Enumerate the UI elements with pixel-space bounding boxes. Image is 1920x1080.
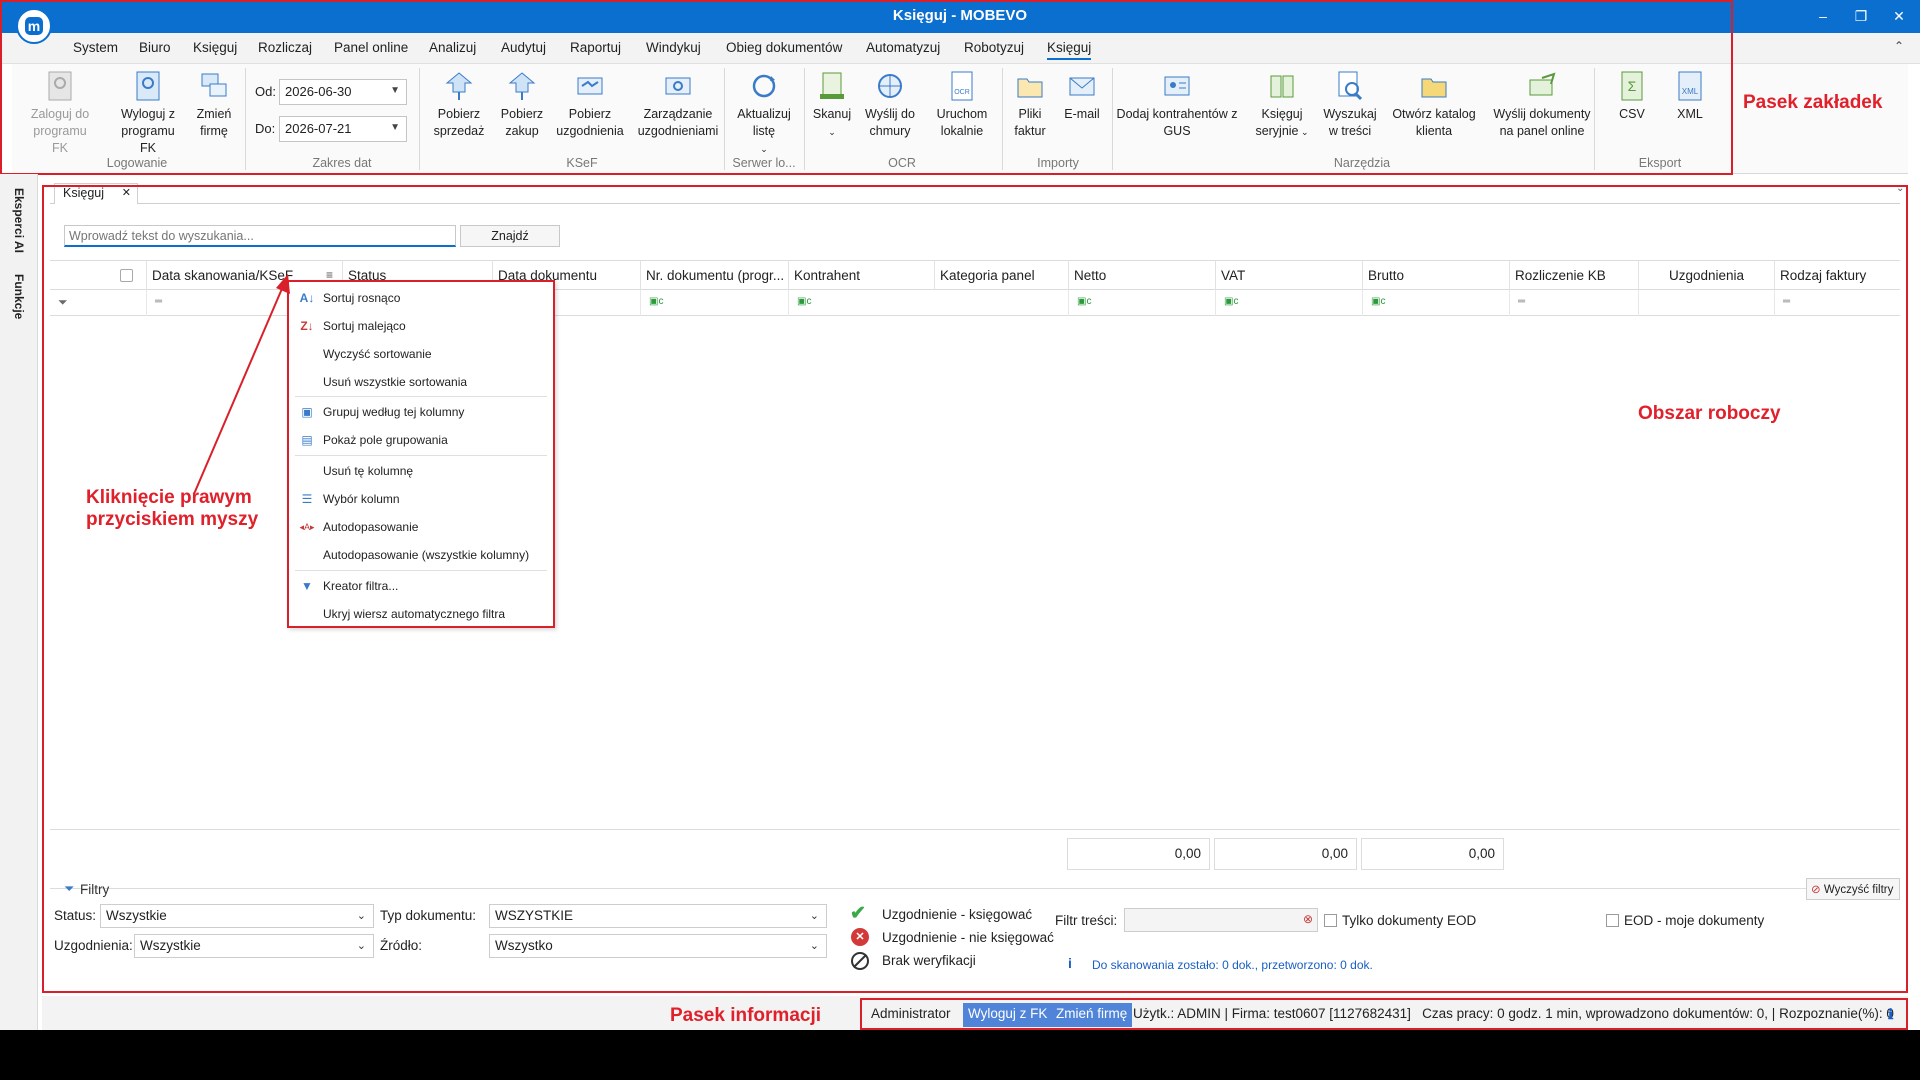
annotation-workspace-label: Obszar roboczy	[1638, 403, 1781, 424]
filter-funnel-icon: ⏷	[64, 881, 75, 896]
close-button[interactable]: ✕	[1884, 4, 1914, 28]
annotation-info-bar-label: Pasek informacji	[670, 1005, 822, 1026]
content-filter-input[interactable]: ⊗	[1124, 908, 1318, 932]
status-change-company-button[interactable]: Zmień firmę	[1051, 1003, 1133, 1027]
clear-input-icon[interactable]: ⊗	[1303, 912, 1313, 926]
error-icon: ✕	[851, 928, 869, 946]
status-select[interactable]: Wszystkie ⌄	[100, 904, 374, 928]
chevron-down-icon: ⌄	[809, 910, 819, 922]
restore-button[interactable]: ❐	[1846, 4, 1876, 28]
user-role: Administrator	[871, 1006, 951, 1021]
status-info-text: Użytk.: ADMIN | Firma: test0607 [1127682…	[1133, 1006, 1894, 1021]
doctype-select-value: WSZYSTKIE	[495, 908, 574, 923]
doctype-select[interactable]: WSZYSTKIE ⌄	[489, 904, 827, 928]
no-verification-icon	[851, 952, 869, 970]
status-label: Status:	[54, 908, 97, 923]
doctype-label: Typ dokumentu:	[380, 908, 477, 923]
eod-mine-label: EOD - moje dokumenty	[1624, 913, 1765, 928]
source-label: Źródło:	[380, 938, 423, 953]
legend-agreed-no-post: Uzgodnienie - nie księgować	[882, 930, 1054, 945]
clear-filters-button[interactable]: ⊘ Wyczyść filtry	[1806, 878, 1900, 900]
legend-no-verification: Brak weryfikacji	[882, 953, 976, 968]
filters-divider	[50, 888, 1900, 889]
clear-filters-label: Wyczyść filtry	[1823, 884, 1894, 896]
agreements-select[interactable]: Wszystkie ⌄	[134, 934, 374, 958]
source-select-value: Wszystko	[495, 938, 553, 953]
chevron-down-icon: ⌄	[809, 940, 819, 952]
agreements-select-value: Wszystkie	[140, 938, 201, 953]
minimize-button[interactable]: –	[1808, 4, 1838, 28]
legend-agreed-post: Uzgodnienie - księgować	[882, 907, 1033, 922]
collapse-ribbon-icon[interactable]: ⌃	[1894, 39, 1904, 53]
annotation-tabs-bar-label: Pasek zakładek	[1743, 92, 1883, 113]
ai-experts-tab[interactable]: Eksperci AI	[12, 188, 26, 253]
chevron-down-icon: ⌄	[356, 940, 366, 952]
chevron-down-icon: ⌄	[356, 910, 366, 922]
only-eod-label: Tylko dokumenty EOD	[1342, 913, 1477, 928]
bottom-bar	[0, 1030, 1920, 1080]
source-select[interactable]: Wszystko ⌄	[489, 934, 827, 958]
app-logo: m	[16, 8, 52, 44]
eod-mine-checkbox[interactable]	[1606, 914, 1619, 927]
scan-info-text: Do skanowania zostało: 0 dok., przetworz…	[1092, 958, 1373, 972]
agreements-label: Uzgodnienia:	[54, 938, 133, 953]
info-icon[interactable]: ℹ	[1888, 1006, 1893, 1023]
info-icon: i	[1068, 955, 1072, 971]
side-strip: Eksperci AI Funkcje	[0, 174, 38, 1030]
annotation-workspace-box	[42, 185, 1908, 993]
filters-title: Filtry	[80, 882, 110, 897]
status-select-value: Wszystkie	[106, 908, 167, 923]
only-eod-checkbox[interactable]	[1324, 914, 1337, 927]
check-icon: ✔	[850, 903, 866, 924]
functions-tab[interactable]: Funkcje	[12, 274, 26, 319]
content-filter-label: Filtr treści:	[1055, 913, 1118, 928]
annotation-tabs-bar-box	[0, 0, 1733, 175]
status-logout-button[interactable]: Wyloguj z FK	[963, 1003, 1053, 1027]
clear-filter-icon: ⊘	[1811, 884, 1821, 896]
